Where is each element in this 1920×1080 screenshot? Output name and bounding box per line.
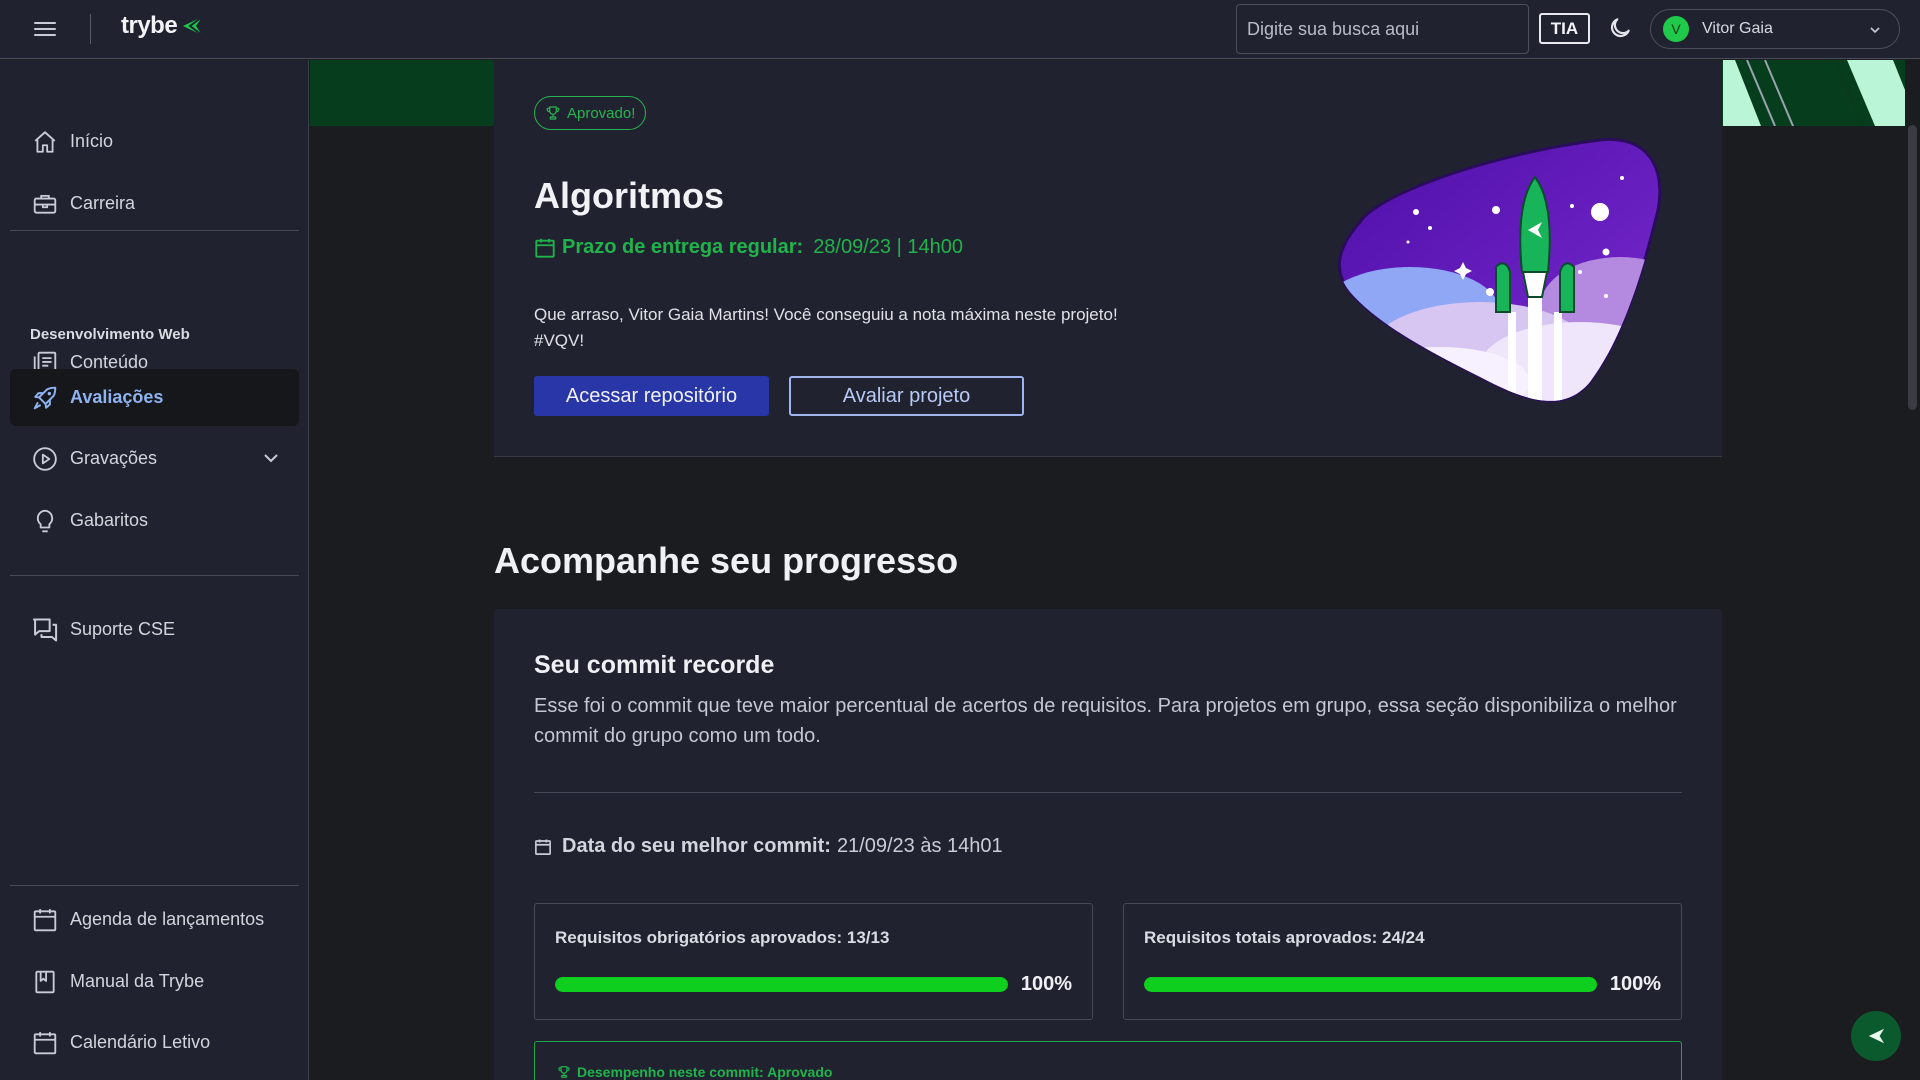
tia-button[interactable]: TIA <box>1539 13 1590 44</box>
sidebar-item-label: Carreira <box>70 193 136 213</box>
evaluate-project-button[interactable]: Avaliar projeto <box>789 376 1024 416</box>
access-repository-button[interactable]: Acessar repositório <box>534 376 769 416</box>
home-icon <box>31 128 59 156</box>
congrats-message: Que arraso, Vitor Gaia Martins! Você con… <box>534 302 1234 354</box>
card-title: Seu commit recorde <box>534 651 775 679</box>
project-title: Algoritmos <box>534 175 725 216</box>
required-requirements-box: Requisitos obrigatórios aprovados: 13/13… <box>534 903 1093 1020</box>
sidebar-item-suporte-cse[interactable]: Suporte CSE <box>10 601 299 658</box>
sidebar-item-label: Calendário Letivo <box>70 1032 211 1052</box>
top-divider <box>90 14 91 44</box>
sidebar-item-label: Avaliações <box>70 387 164 407</box>
card-description: Esse foi o commit que teve maior percent… <box>534 695 1677 747</box>
brand-name: trybe <box>121 12 178 39</box>
sidebar-item-gravacoes[interactable]: Gravações <box>10 430 299 487</box>
progress-bar-fill <box>1144 977 1597 992</box>
chevron-down-icon[interactable] <box>261 448 281 468</box>
progress-percent: 100% <box>1609 973 1661 995</box>
performance-status: Desempenho neste commit: Aprovado <box>557 1064 832 1080</box>
sidebar-item-label: Manual da Trybe <box>70 971 205 991</box>
chevron-down-icon <box>1870 27 1880 34</box>
commit-record-card: Seu commit recorde Esse foi o commit que… <box>494 609 1722 1080</box>
sidebar-item-label: Agenda de lançamentos <box>70 909 265 929</box>
performance-box: Desempenho neste commit: Aprovado <box>534 1041 1682 1080</box>
status-badge: Aprovado! <box>534 96 647 130</box>
progress-bar <box>1144 977 1597 992</box>
user-menu[interactable]: V Vitor Gaia <box>1650 9 1900 49</box>
trybe-arrow-icon <box>1868 1028 1885 1044</box>
sidebar-item-label: Gabaritos <box>70 510 149 530</box>
rocket-icon <box>31 384 59 412</box>
performance-label: Desempenho neste commit: Aprovado <box>577 1064 833 1080</box>
deadline-value: 28/09/23 | 14h00 <box>813 236 963 258</box>
progress-bar <box>555 977 1008 992</box>
hero-stripes <box>1723 60 1905 126</box>
sidebar-item-label: Suporte CSE <box>70 619 176 639</box>
congrats-message-line: #VQV! <box>534 331 585 350</box>
sidebar-item-manual[interactable]: Manual da Trybe <box>10 953 299 1010</box>
section-title: Acompanhe seu progresso <box>494 540 959 581</box>
book-icon <box>31 968 59 996</box>
sidebar-item-gabaritos[interactable]: Gabaritos <box>10 492 299 549</box>
sidebar-divider <box>10 230 299 231</box>
sidebar-item-label: Início <box>70 131 114 151</box>
sidebar-divider <box>10 575 299 576</box>
progress-percent: 100% <box>1020 973 1072 995</box>
trophy-icon <box>546 106 560 120</box>
best-commit-label: Data do seu melhor commit: <box>562 835 831 857</box>
user-name: Vitor Gaia <box>1702 20 1773 37</box>
avatar: V <box>1663 16 1689 42</box>
total-requirements-box: Requisitos totais aprovados: 24/24 100% <box>1123 903 1682 1020</box>
sidebar-item-agenda[interactable]: Agenda de lançamentos <box>10 891 299 948</box>
calendar-icon <box>535 238 555 258</box>
sidebar: Início Carreira Desenvolvimento Web Cont… <box>0 60 309 1080</box>
scrollbar-thumb[interactable] <box>1908 125 1917 410</box>
card-divider <box>534 792 1682 793</box>
required-requirements-label: Requisitos obrigatórios aprovados: 13/13 <box>555 928 890 947</box>
sidebar-item-carreira[interactable]: Carreira <box>10 175 299 232</box>
congrats-message-line: Que arraso, Vitor Gaia Martins! Você con… <box>534 305 1118 324</box>
lightbulb-icon <box>31 507 59 535</box>
total-requirements-label: Requisitos totais aprovados: 24/24 <box>1144 928 1425 947</box>
chat-icon <box>31 616 59 644</box>
trybe-logo[interactable]: trybe <box>121 12 203 40</box>
sidebar-item-label: Gravações <box>70 448 158 468</box>
top-bar: trybe TIA V Vitor Gaia <box>0 0 1920 59</box>
hamburger-menu-icon[interactable] <box>31 18 59 40</box>
trybe-assistant-button[interactable] <box>1851 1011 1901 1061</box>
trophy-icon <box>558 1066 570 1078</box>
sidebar-divider <box>10 885 299 886</box>
calendar-icon <box>31 1029 59 1057</box>
briefcase-icon <box>31 190 59 218</box>
deadline-label: Prazo de entrega regular: <box>562 236 804 258</box>
rocket-illustration <box>1337 137 1662 403</box>
sidebar-item-inicio[interactable]: Início <box>10 113 299 170</box>
best-commit-date: Data do seu melhor commit: 21/09/23 às 1… <box>534 835 1003 858</box>
scrollbar[interactable] <box>1905 60 1920 1080</box>
progress-bar-fill <box>555 977 1008 992</box>
sidebar-item-avaliacoes[interactable]: Avaliações <box>10 369 299 426</box>
calendar-icon <box>31 906 59 934</box>
trybe-arrow-icon <box>183 16 203 36</box>
dark-mode-moon-icon[interactable] <box>1607 15 1633 41</box>
sidebar-item-calendario[interactable]: Calendário Letivo <box>10 1014 299 1071</box>
search-input[interactable] <box>1236 4 1529 54</box>
calendar-icon <box>535 839 551 855</box>
status-badge-label: Aprovado! <box>567 104 636 122</box>
play-circle-icon <box>31 445 59 473</box>
deadline: Prazo de entrega regular: 28/09/23 | 14h… <box>534 236 963 259</box>
project-card: Aprovado! Algoritmos Prazo de entrega re… <box>494 60 1722 457</box>
best-commit-value: 21/09/23 às 14h01 <box>836 835 1003 857</box>
